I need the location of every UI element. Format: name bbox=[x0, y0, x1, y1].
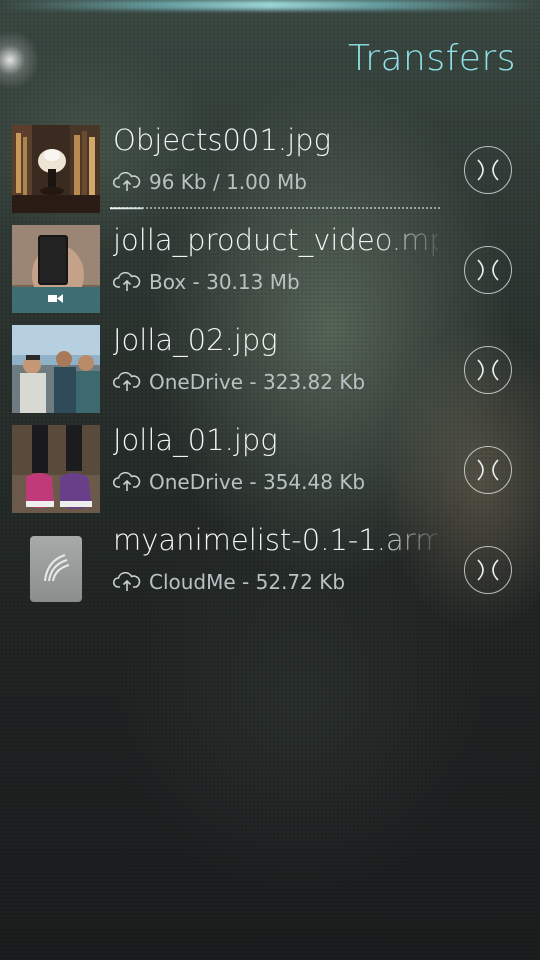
cancel-transfer-icon bbox=[477, 359, 499, 381]
page-title: Transfers bbox=[347, 38, 516, 79]
cloud-upload-icon bbox=[113, 272, 141, 291]
file-name: Jolla_02.jpg bbox=[113, 323, 278, 357]
corner-glow bbox=[0, 30, 40, 90]
transfer-meta: CloudMe - 52.72 Kb bbox=[113, 570, 345, 594]
progress-fill bbox=[110, 207, 143, 210]
transfer-status: Box - 30.13 Mb bbox=[149, 270, 300, 294]
cancel-transfer-button[interactable] bbox=[464, 246, 512, 294]
thumbnail-objects bbox=[12, 125, 100, 213]
cloud-upload-icon bbox=[113, 172, 141, 191]
progress-track bbox=[110, 207, 440, 210]
transfer-meta: 96 Kb / 1.00 Mb bbox=[113, 170, 307, 194]
thumbnail-video bbox=[12, 225, 100, 313]
transfer-meta: OneDrive - 354.48 Kb bbox=[113, 470, 365, 494]
transfer-progress-bar bbox=[110, 205, 440, 211]
cancel-transfer-icon bbox=[477, 259, 499, 281]
transfer-item[interactable]: Jolla_01.jpg OneDrive - 354.48 Kb bbox=[0, 420, 540, 520]
cloud-upload-icon bbox=[113, 472, 141, 491]
thumbnail-sneakers bbox=[12, 425, 100, 513]
cancel-transfer-icon bbox=[477, 559, 499, 581]
thumbnail-people bbox=[12, 325, 100, 413]
transfer-meta: OneDrive - 323.82 Kb bbox=[113, 370, 365, 394]
cancel-transfer-icon bbox=[477, 459, 499, 481]
transfer-list: Objects001.jpg 96 Kb / 1.00 Mb jolla_pro… bbox=[0, 120, 540, 620]
transfer-meta: Box - 30.13 Mb bbox=[113, 270, 300, 294]
package-file-icon bbox=[30, 536, 82, 602]
cancel-transfer-button[interactable] bbox=[464, 546, 512, 594]
cloud-upload-icon bbox=[113, 572, 141, 591]
transfer-item[interactable]: Objects001.jpg 96 Kb / 1.00 Mb bbox=[0, 120, 540, 220]
cancel-transfer-button[interactable] bbox=[464, 346, 512, 394]
cancel-transfer-button[interactable] bbox=[464, 446, 512, 494]
cancel-transfer-button[interactable] bbox=[464, 146, 512, 194]
pulley-menu-indicator bbox=[0, 0, 540, 10]
cloud-upload-icon bbox=[113, 372, 141, 391]
file-name: myanimelist-0.1-1.armv7hl.rpm bbox=[113, 523, 438, 557]
file-name: Jolla_01.jpg bbox=[113, 423, 278, 457]
transfer-status: CloudMe - 52.72 Kb bbox=[149, 570, 346, 594]
cancel-transfer-icon bbox=[477, 159, 499, 181]
transfer-item[interactable]: jolla_product_video.mp4 Box - 30.13 Mb bbox=[0, 220, 540, 320]
file-name: Objects001.jpg bbox=[113, 123, 331, 157]
transfer-status: OneDrive - 323.82 Kb bbox=[149, 370, 366, 394]
transfer-item[interactable]: myanimelist-0.1-1.armv7hl.rpm CloudMe - … bbox=[0, 520, 540, 620]
transfer-item[interactable]: Jolla_02.jpg OneDrive - 323.82 Kb bbox=[0, 320, 540, 420]
transfer-status: OneDrive - 354.48 Kb bbox=[149, 470, 366, 494]
transfer-status: 96 Kb / 1.00 Mb bbox=[149, 170, 307, 194]
file-name: jolla_product_video.mp4 bbox=[113, 223, 438, 257]
